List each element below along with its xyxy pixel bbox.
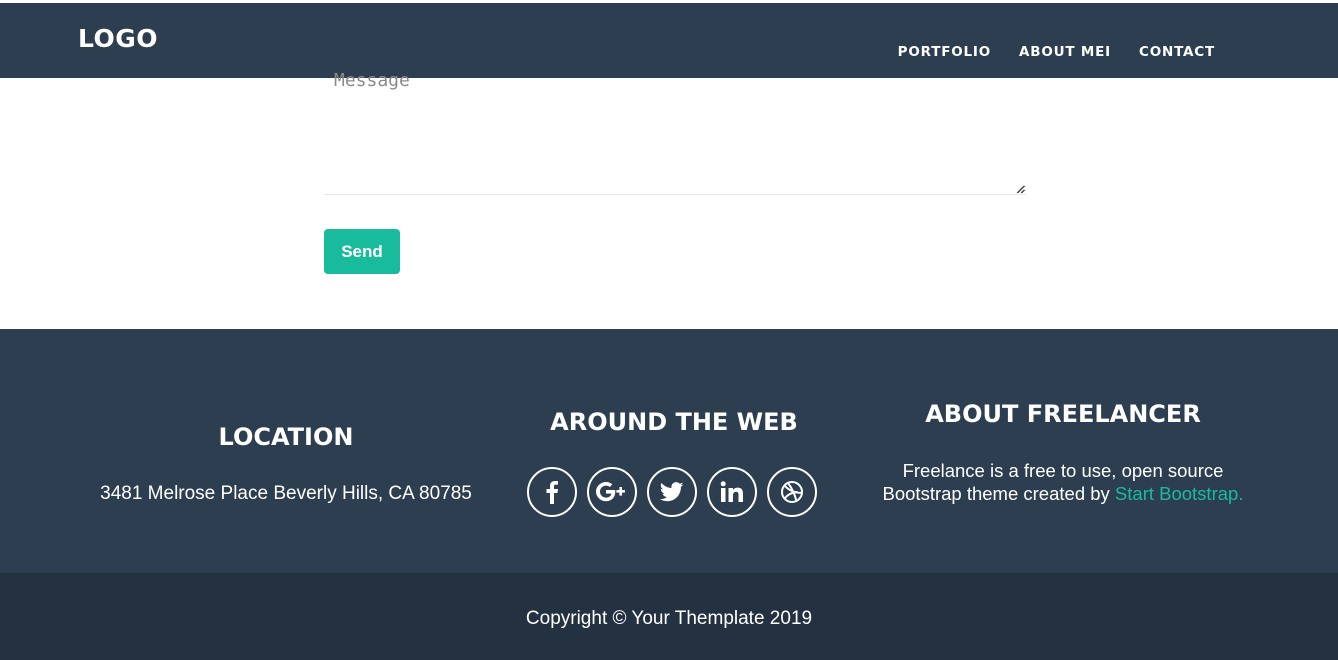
start-bootstrap-link[interactable]: Start Bootstrap. — [1115, 483, 1244, 504]
message-field[interactable] — [324, 70, 1026, 195]
copyright-text: Copyright © Your Themplate 2019 — [525, 608, 813, 629]
logo[interactable]: LOGO — [78, 24, 158, 53]
facebook-icon — [546, 481, 558, 504]
around-the-web-title: AROUND THE WEB — [550, 408, 798, 436]
twitter-link[interactable] — [647, 467, 697, 517]
copyright-bar: Copyright © Your Themplate 2019 — [0, 573, 1338, 660]
google-plus-link[interactable] — [587, 467, 637, 517]
nav-link-about[interactable]: ABOUT MEI — [1019, 44, 1111, 60]
linkedin-icon — [720, 481, 743, 502]
about-text: Freelance is a free to use, open source … — [863, 459, 1263, 505]
twitter-icon — [660, 482, 684, 502]
contact-form: Send — [0, 70, 1338, 329]
navbar: LOGO PORTFOLIO ABOUT MEI CONTACT — [0, 3, 1338, 78]
nav-menu: PORTFOLIO ABOUT MEI CONTACT — [898, 44, 1215, 60]
nav-link-portfolio[interactable]: PORTFOLIO — [898, 44, 991, 60]
social-links — [527, 467, 817, 517]
about-freelancer-title: ABOUT FREELANCER — [925, 400, 1201, 428]
dribbble-icon — [781, 481, 803, 503]
nav-link-contact[interactable]: CONTACT — [1139, 44, 1215, 60]
linkedin-link[interactable] — [707, 467, 757, 517]
facebook-link[interactable] — [527, 467, 577, 517]
google-plus-icon — [596, 482, 625, 502]
location-address: 3481 Melrose Place Beverly Hills, CA 807… — [100, 483, 472, 504]
footer: LOCATION 3481 Melrose Place Beverly Hill… — [0, 329, 1338, 573]
send-button[interactable]: Send — [324, 229, 400, 274]
dribbble-link[interactable] — [767, 467, 817, 517]
location-title: LOCATION — [218, 423, 354, 451]
resize-grip-icon[interactable] — [1015, 184, 1025, 194]
